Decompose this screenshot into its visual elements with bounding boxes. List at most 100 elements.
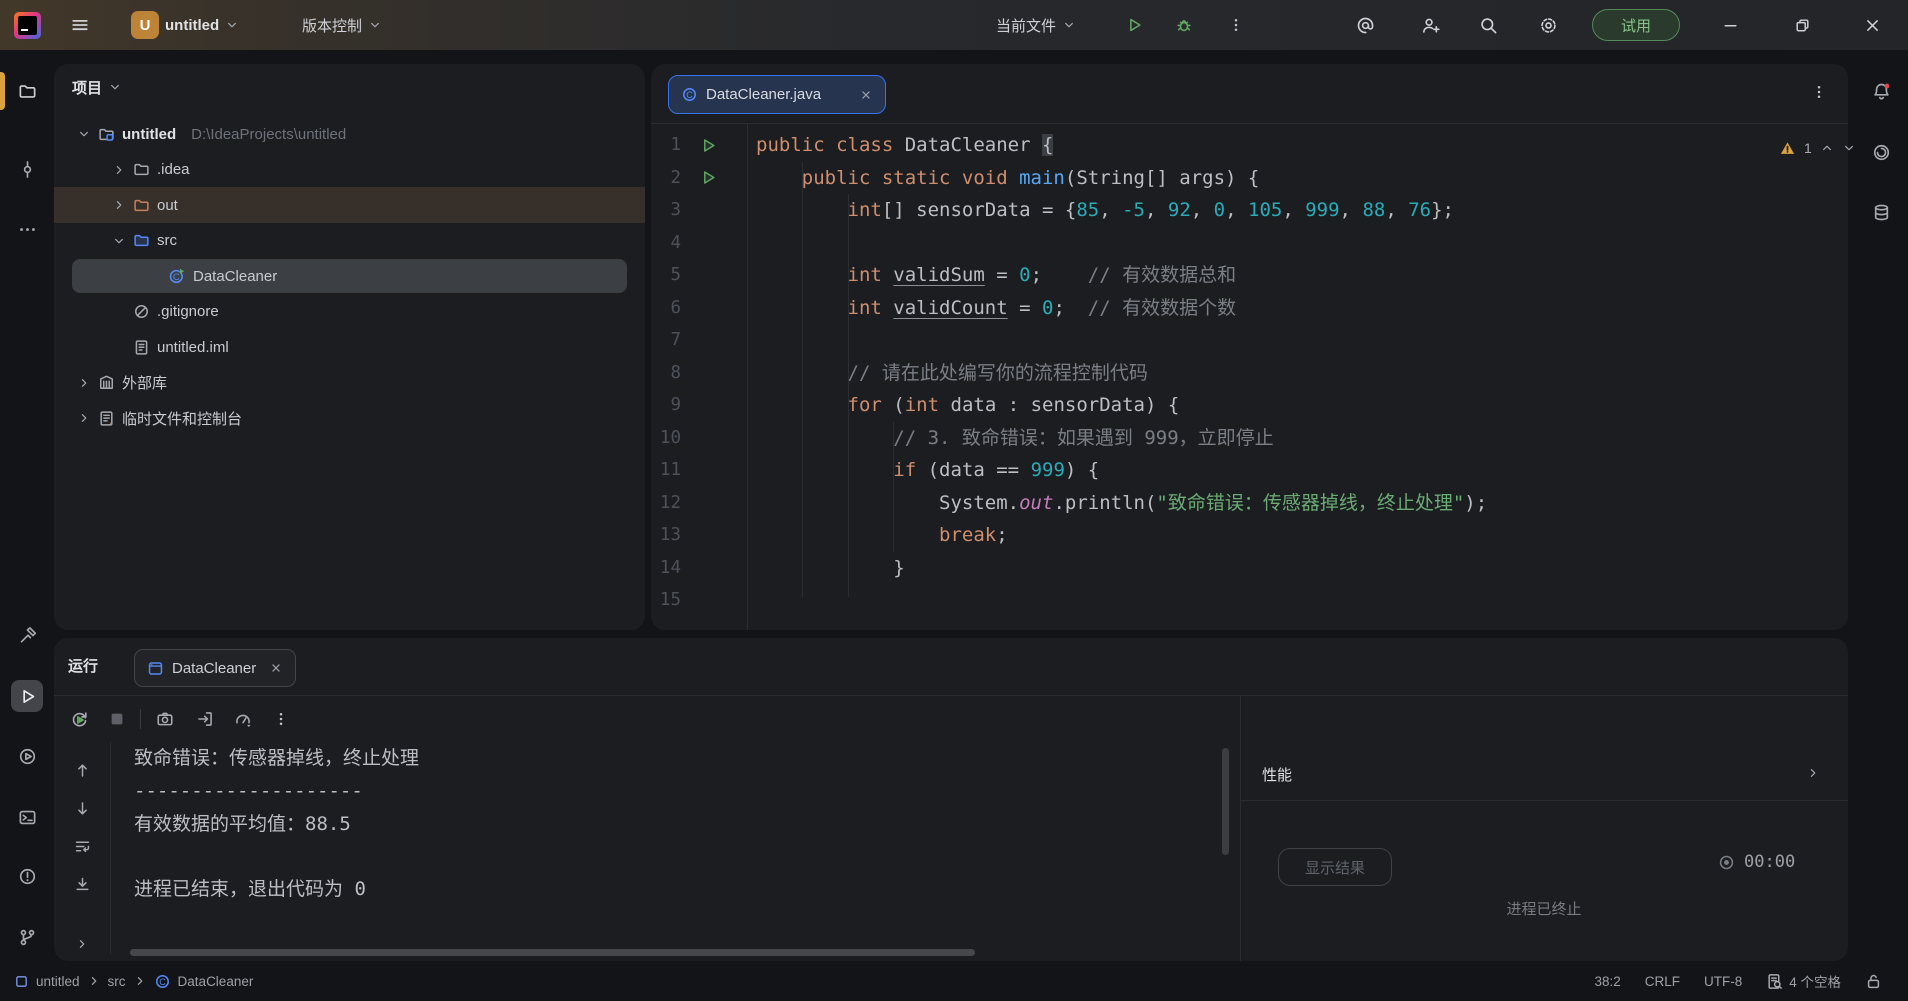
tree-item-DataCleaner[interactable]: CDataCleaner <box>54 258 645 294</box>
toolwindow-problems-button[interactable] <box>11 860 43 892</box>
breadcrumb-file[interactable]: DataCleaner <box>178 974 254 989</box>
search-everywhere-button[interactable] <box>1472 0 1504 50</box>
vertical-scrollbar[interactable] <box>1222 748 1229 855</box>
editor-tab-datacleaner[interactable]: C DataCleaner.java <box>668 75 886 114</box>
window-close-button[interactable] <box>1854 0 1890 50</box>
console-up-button[interactable] <box>68 756 96 784</box>
tab-close-icon[interactable] <box>859 88 873 102</box>
tree-item-untitled.iml[interactable]: untitled.iml <box>54 329 645 365</box>
chevron-down-icon[interactable] <box>112 234 126 248</box>
debug-button[interactable] <box>1168 0 1200 50</box>
tree-item-临时文件和控制台[interactable]: 临时文件和控制台 <box>54 400 645 436</box>
chevron-down-icon[interactable] <box>1842 141 1856 155</box>
toolwindow-services-button[interactable] <box>11 740 43 772</box>
code-token: 999 <box>1031 459 1065 481</box>
ai-assistant-button[interactable] <box>1349 0 1381 50</box>
horizontal-scrollbar[interactable] <box>130 949 975 956</box>
code-line-14[interactable]: } <box>756 552 905 585</box>
chevron-right-icon[interactable] <box>112 198 126 212</box>
project-widget[interactable]: U untitled <box>131 0 239 50</box>
trial-widget[interactable]: 试用 <box>1592 0 1680 50</box>
run-line-marker[interactable] <box>700 169 717 186</box>
code-line-2[interactable]: public static void main(String[] args) { <box>756 162 1259 195</box>
caret-position-widget[interactable]: 38:2 <box>1594 974 1620 989</box>
ai-assistant-icon <box>1872 143 1891 162</box>
console-expand-button[interactable] <box>68 930 96 958</box>
indent-widget[interactable]: 4 个空格 <box>1766 971 1841 991</box>
editor-tab-options-button[interactable] <box>1811 84 1827 105</box>
code-with-me-button[interactable] <box>1414 0 1446 50</box>
code-token: data : sensorData) { <box>939 394 1179 416</box>
tree-item-src[interactable]: src <box>54 223 645 259</box>
thread-dump-button[interactable] <box>150 704 180 734</box>
window-restore-button[interactable] <box>1784 0 1820 50</box>
chevron-right-icon[interactable] <box>77 376 91 390</box>
readonly-toggle[interactable] <box>1865 973 1882 990</box>
tabbar-divider <box>651 123 1848 124</box>
chevron-right-icon[interactable] <box>77 411 91 425</box>
breadcrumb-project[interactable]: untitled <box>36 974 80 989</box>
window-minimize-button[interactable] <box>1712 0 1748 50</box>
toolwindow-build-button[interactable] <box>11 619 43 651</box>
gutter-line-1: 1 <box>651 129 747 162</box>
chevron-up-icon[interactable] <box>1820 141 1834 155</box>
toolwindow-ai-assistant-button[interactable] <box>1865 136 1897 168</box>
indent-label: 4 个空格 <box>1789 971 1841 991</box>
code-line-5[interactable]: int validSum = 0; // 有效数据总和 <box>756 259 1236 292</box>
chevron-down-icon[interactable] <box>77 127 91 141</box>
toolwindow-project-button[interactable] <box>11 75 43 107</box>
run-line-marker[interactable] <box>700 137 717 154</box>
tree-item-untitled[interactable]: untitledD:\IdeaProjects\untitled <box>54 116 645 152</box>
vcs-menu[interactable]: 版本控制 <box>302 0 382 50</box>
code-line-8[interactable]: // 请在此处编写你的流程控制代码 <box>756 357 1148 390</box>
soft-wrap-button[interactable] <box>68 832 96 860</box>
performance-expand-button[interactable] <box>1806 766 1820 785</box>
code-line-12[interactable]: System.out.println("致命错误：传感器掉线，终止处理"); <box>756 487 1487 520</box>
encoding-widget[interactable]: UTF-8 <box>1704 974 1742 989</box>
code-line-10[interactable]: // 3. 致命错误：如果遇到 999，立即停止 <box>756 422 1274 455</box>
settings-button[interactable] <box>1532 0 1564 50</box>
code-line-3[interactable]: int[] sensorData = {85, -5, 92, 0, 105, … <box>756 194 1454 227</box>
rerun-button[interactable] <box>64 704 94 734</box>
run-button[interactable] <box>1118 0 1150 50</box>
code-line-9[interactable]: for (int data : sensorData) { <box>756 389 1179 422</box>
toolwindow-database-button[interactable] <box>1865 196 1897 228</box>
scroll-to-end-button[interactable] <box>68 870 96 898</box>
tab-close-icon[interactable] <box>269 661 283 675</box>
tree-item-外部库[interactable]: 外部库 <box>54 365 645 401</box>
profiler-button[interactable] <box>228 704 258 734</box>
toolwindow-terminal-button[interactable] <box>11 801 43 833</box>
tree-item-content: untitledD:\IdeaProjects\untitled <box>77 126 346 143</box>
more-toolwindows-button[interactable] <box>11 213 43 245</box>
toolwindow-git-button[interactable] <box>11 921 43 953</box>
attach-console-button[interactable] <box>190 704 220 734</box>
run-tab-datacleaner[interactable]: DataCleaner <box>134 649 296 687</box>
tree-item-label: src <box>157 232 177 249</box>
project-panel-header[interactable]: 项目 <box>72 74 122 100</box>
run-options-button[interactable] <box>266 704 296 734</box>
show-results-button[interactable]: 显示结果 <box>1278 848 1392 886</box>
console-down-button[interactable] <box>68 794 96 822</box>
gutter-line-8: 8 <box>651 357 747 390</box>
breadcrumb-src[interactable]: src <box>108 974 126 989</box>
line-separator-widget[interactable]: CRLF <box>1645 974 1680 989</box>
code-line-13[interactable]: break; <box>756 519 1008 552</box>
more-run-options-button[interactable] <box>1220 0 1252 50</box>
code-token: int <box>848 199 882 221</box>
notifications-button[interactable] <box>1865 75 1897 107</box>
chevron-right-icon <box>1806 766 1820 780</box>
code-line-1[interactable]: public class DataCleaner { <box>756 129 1053 162</box>
code-line-6[interactable]: int validCount = 0; // 有效数据个数 <box>756 292 1236 325</box>
gutter-line-10: 10 <box>651 422 747 455</box>
run-configuration-selector[interactable]: 当前文件 <box>996 0 1076 50</box>
tree-item-out[interactable]: out <box>54 187 645 223</box>
stop-button[interactable] <box>102 704 132 734</box>
tree-item-.idea[interactable]: .idea <box>54 152 645 188</box>
toolwindow-run-button[interactable] <box>11 680 43 712</box>
inspections-widget[interactable]: 1 <box>1779 136 1856 160</box>
chevron-right-icon[interactable] <box>112 163 126 177</box>
toolwindow-commit-button[interactable] <box>11 153 43 185</box>
code-line-11[interactable]: if (data == 999) { <box>756 454 1099 487</box>
tree-item-.gitignore[interactable]: .gitignore <box>54 294 645 330</box>
main-menu-button[interactable] <box>64 0 96 50</box>
